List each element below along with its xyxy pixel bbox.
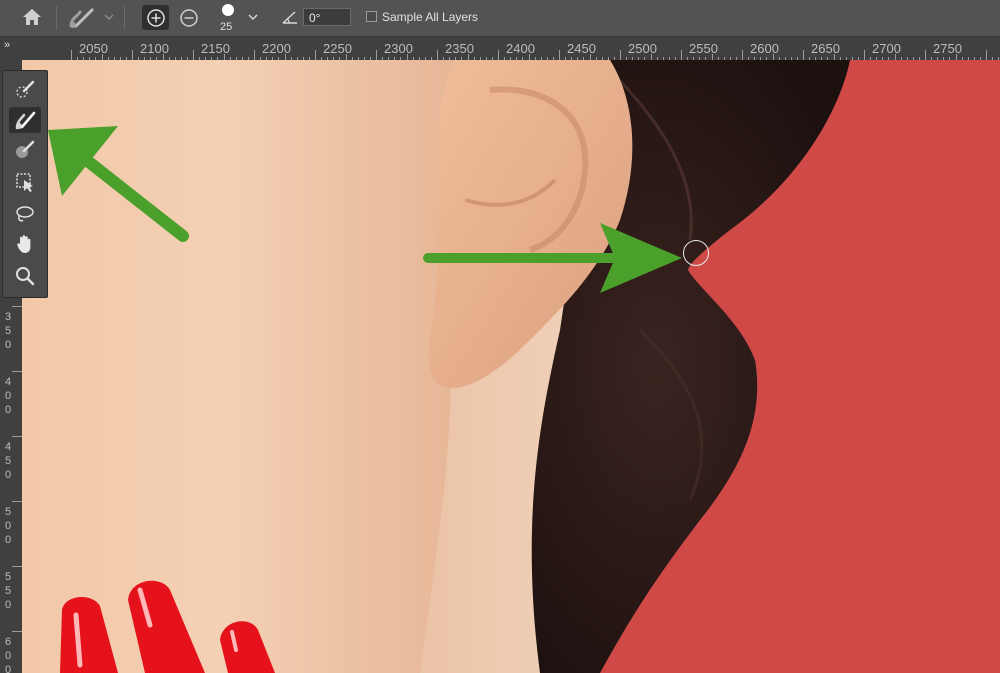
refine-edge-brush-tool[interactable] [9, 107, 41, 133]
brush-size-dot-icon[interactable] [221, 3, 235, 17]
sample-all-layers-checkbox[interactable] [366, 11, 377, 22]
ruler-vertical-digit: 0 [4, 664, 12, 673]
ruler-vertical-digit: 0 [4, 534, 12, 546]
refine-brush-preset-icon[interactable] [66, 6, 100, 30]
ruler-minor-tick [681, 50, 682, 60]
ruler-tick-label: 2450 [567, 41, 596, 56]
refine-edge-brush-icon [15, 111, 36, 130]
ruler-vertical-digit: 5 [4, 506, 12, 518]
ruler-vertical-digit: 0 [4, 390, 12, 402]
ruler-vertical-digit: 5 [4, 585, 12, 597]
ruler-tick-label: 2700 [872, 41, 901, 56]
ruler-vertical-tick [12, 631, 22, 632]
zoom-tool[interactable] [9, 263, 41, 289]
ruler-minor-tick [132, 50, 133, 60]
minus-circle-icon[interactable] [178, 7, 200, 29]
separator [124, 6, 125, 30]
ruler-vertical-digit: 4 [4, 376, 12, 388]
ruler-vertical-digit: 6 [4, 636, 12, 648]
ruler-minor-tick [925, 50, 926, 60]
ruler-vertical-digit: 5 [4, 455, 12, 467]
ruler-minor-tick [742, 50, 743, 60]
ruler-vertical-digit: 0 [4, 469, 12, 481]
ruler-minor-tick [986, 50, 987, 60]
ruler-vertical-digit: 5 [4, 571, 12, 583]
options-bar: 25 0° Sample All Layers [0, 0, 1000, 37]
ruler-vertical-digit: 0 [4, 599, 12, 611]
ruler-vertical-digit: 3 [4, 311, 12, 323]
ruler-tick-label: 2500 [628, 41, 657, 56]
ruler-tick-label: 2350 [445, 41, 474, 56]
ruler-tick-label: 2050 [79, 41, 108, 56]
ruler-tick-label: 2100 [140, 41, 169, 56]
sample-all-layers-label: Sample All Layers [382, 10, 479, 24]
add-to-selection-button[interactable] [142, 5, 169, 30]
tools-panel [2, 70, 48, 298]
ruler-minor-tick [254, 50, 255, 60]
ruler-minor-tick [864, 50, 865, 60]
ruler-tick-label: 2550 [689, 41, 718, 56]
brush-tool[interactable] [9, 137, 41, 163]
brush-size-chevron-icon[interactable] [248, 13, 258, 21]
ruler-vertical-digit: 0 [4, 339, 12, 351]
ruler-vertical-tick [12, 566, 22, 567]
ruler-tick-label: 2150 [201, 41, 230, 56]
ruler-tick-label: 2600 [750, 41, 779, 56]
object-selection-icon [16, 173, 33, 192]
ruler-tick-label: 2250 [323, 41, 352, 56]
ruler-vertical-digit: 4 [4, 441, 12, 453]
document-canvas[interactable] [22, 60, 1000, 673]
ruler-vertical-digit: 0 [4, 520, 12, 532]
ruler-vertical-tick [12, 436, 22, 437]
chevron-down-icon[interactable] [104, 13, 114, 21]
ruler-tick-label: 2300 [384, 41, 413, 56]
quick-selection-icon [16, 80, 35, 98]
angle-input[interactable]: 0° [303, 8, 351, 26]
hand-tool[interactable] [9, 231, 41, 257]
ruler-vertical-digit: 0 [4, 404, 12, 416]
ruler-minor-tick [437, 50, 438, 60]
ruler-vertical-digit: 5 [4, 325, 12, 337]
zoom-icon [16, 267, 35, 286]
ruler-minor-tick [559, 50, 560, 60]
separator [56, 6, 57, 30]
ruler-minor-tick [620, 50, 621, 60]
horizontal-ruler: 2050 2100 2150 2200 2250 2300 2350 2400 2450 2500… [0, 37, 1000, 61]
lasso-icon [16, 206, 34, 222]
ruler-tick-label: 2200 [262, 41, 291, 56]
quick-selection-tool[interactable] [9, 77, 41, 103]
brush-icon [16, 140, 35, 158]
brush-cursor [683, 240, 709, 266]
collapse-panels-icon[interactable]: » [4, 39, 10, 51]
ruler-tick-label: 2650 [811, 41, 840, 56]
brush-size-value: 25 [220, 21, 233, 33]
photo-image [22, 60, 1000, 673]
ruler-minor-tick [71, 50, 72, 60]
object-selection-tool[interactable] [9, 169, 41, 195]
ruler-vertical-tick [12, 501, 22, 502]
ruler-vertical-tick [12, 306, 22, 307]
ruler-minor-tick [498, 50, 499, 60]
ruler-minor-tick [376, 50, 377, 60]
home-icon[interactable] [21, 7, 43, 27]
ruler-tick-label: 2400 [506, 41, 535, 56]
ruler-tick-label: 2750 [933, 41, 962, 56]
ruler-vertical-digit: 0 [4, 650, 12, 662]
angle-icon [282, 11, 297, 24]
ruler-minor-tick [315, 50, 316, 60]
ruler-minor-tick [803, 50, 804, 60]
lasso-tool[interactable] [9, 201, 41, 227]
ruler-vertical-tick [12, 371, 22, 372]
ruler-minor-tick [193, 50, 194, 60]
plus-circle-icon [146, 8, 165, 27]
hand-icon [17, 235, 31, 253]
